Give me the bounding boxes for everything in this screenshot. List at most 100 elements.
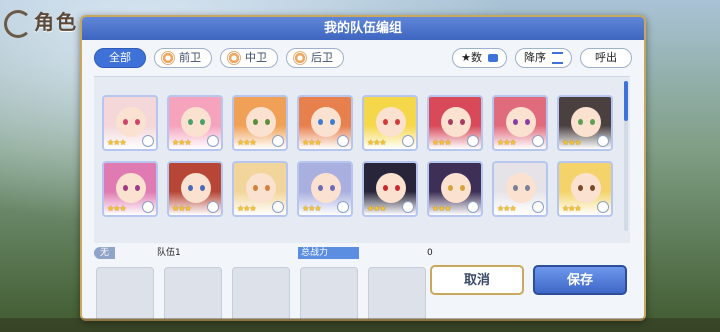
portrait-eye xyxy=(253,119,258,125)
vanguard-icon xyxy=(161,51,175,65)
character-card[interactable]: ★★★ xyxy=(427,161,483,217)
filter-midguard-button[interactable]: 中卫 xyxy=(220,48,278,68)
filter-rearguard-button[interactable]: 后卫 xyxy=(286,48,344,68)
grid-scrollbar-thumb[interactable] xyxy=(624,81,628,121)
portrait-eye xyxy=(525,185,530,191)
portrait-eye xyxy=(318,119,323,125)
character-portrait xyxy=(246,107,276,137)
position-arrow-icon xyxy=(272,135,284,147)
portrait-eye xyxy=(578,119,583,125)
portrait-eye xyxy=(253,185,258,191)
portrait-eye xyxy=(448,119,453,125)
filter-vanguard-button[interactable]: 前卫 xyxy=(154,48,212,68)
character-portrait xyxy=(311,107,341,137)
character-portrait xyxy=(441,107,471,137)
star-rating: ★★★ xyxy=(497,204,516,213)
star-rating: ★★★ xyxy=(237,138,256,147)
portrait-eye xyxy=(200,185,205,191)
rearguard-icon xyxy=(293,51,307,65)
team-slot-5[interactable] xyxy=(368,267,426,319)
sort-key-button[interactable]: ★数 xyxy=(452,48,507,68)
portrait-eye xyxy=(395,185,400,191)
call-button[interactable]: 呼出 xyxy=(580,48,632,68)
portrait-eye xyxy=(265,119,270,125)
position-arrow-icon xyxy=(207,135,219,147)
team-tag: 无 xyxy=(94,247,116,259)
filter-all-button[interactable]: 全部 xyxy=(94,48,146,68)
portrait-eye xyxy=(200,119,205,125)
star-rating: ★★★ xyxy=(432,204,451,213)
team-slot-4[interactable] xyxy=(300,267,358,319)
sort-order-icon xyxy=(552,52,563,64)
portrait-eye xyxy=(578,185,583,191)
character-card[interactable]: ★★★ xyxy=(167,161,223,217)
star-rating: ★★★ xyxy=(172,204,191,213)
character-card[interactable]: ★★★ xyxy=(297,161,353,217)
character-card[interactable]: ★★★ xyxy=(492,95,548,151)
character-portrait xyxy=(311,173,341,203)
portrait-eye xyxy=(525,119,530,125)
portrait-eye xyxy=(188,185,193,191)
sort-key-icon xyxy=(488,54,498,62)
character-card[interactable]: ★★★ xyxy=(557,161,613,217)
portrait-eye xyxy=(330,185,335,191)
star-rating: ★★★ xyxy=(562,138,581,147)
position-arrow-icon xyxy=(337,201,349,213)
star-rating: ★★★ xyxy=(562,204,581,213)
character-portrait xyxy=(246,173,276,203)
portrait-eye xyxy=(265,185,270,191)
star-rating: ★★★ xyxy=(367,138,386,147)
background-page-title: 角色 xyxy=(4,6,78,38)
portrait-eye xyxy=(590,119,595,125)
portrait-eye xyxy=(460,185,465,191)
portrait-eye xyxy=(188,119,193,125)
character-card[interactable]: ★★★ xyxy=(232,95,288,151)
character-portrait xyxy=(571,107,601,137)
star-rating: ★★★ xyxy=(107,204,126,213)
position-arrow-icon xyxy=(207,201,219,213)
sort-order-button[interactable]: 降序 xyxy=(515,48,572,68)
team-slot-2[interactable] xyxy=(164,267,222,319)
team-slot-1[interactable] xyxy=(96,267,154,319)
total-power-value: 0 xyxy=(427,248,433,258)
save-button[interactable]: 保存 xyxy=(533,265,627,295)
star-rating: ★★★ xyxy=(107,138,126,147)
portrait-eye xyxy=(513,119,518,125)
character-card[interactable]: ★★★ xyxy=(362,95,418,151)
position-arrow-icon xyxy=(402,135,414,147)
character-portrait xyxy=(116,107,146,137)
character-card[interactable]: ★★★ xyxy=(492,161,548,217)
character-card[interactable]: ★★★ xyxy=(102,161,158,217)
position-arrow-icon xyxy=(597,135,609,147)
character-card[interactable]: ★★★ xyxy=(362,161,418,217)
team-slot-3[interactable] xyxy=(232,267,290,319)
swirl-icon xyxy=(4,9,32,38)
character-card[interactable]: ★★★ xyxy=(557,95,613,151)
total-power-label: 总战力 xyxy=(298,247,359,259)
position-arrow-icon xyxy=(402,201,414,213)
midguard-icon xyxy=(227,51,241,65)
character-portrait xyxy=(181,173,211,203)
position-arrow-icon xyxy=(532,201,544,213)
portrait-eye xyxy=(395,119,400,125)
portrait-eye xyxy=(590,185,595,191)
position-arrow-icon xyxy=(142,135,154,147)
character-card[interactable]: ★★★ xyxy=(427,95,483,151)
portrait-eye xyxy=(135,185,140,191)
role-filter-group: 全部 前卫 中卫 后卫 xyxy=(94,48,344,68)
position-arrow-icon xyxy=(467,201,479,213)
portrait-eye xyxy=(448,185,453,191)
position-arrow-icon xyxy=(467,135,479,147)
character-portrait xyxy=(506,173,536,203)
star-rating: ★★★ xyxy=(302,204,321,213)
character-card[interactable]: ★★★ xyxy=(232,161,288,217)
character-card[interactable]: ★★★ xyxy=(167,95,223,151)
position-arrow-icon xyxy=(532,135,544,147)
portrait-eye xyxy=(135,119,140,125)
character-portrait xyxy=(571,173,601,203)
character-card[interactable]: ★★★ xyxy=(102,95,158,151)
position-arrow-icon xyxy=(142,201,154,213)
character-portrait xyxy=(506,107,536,137)
cancel-button[interactable]: 取消 xyxy=(430,265,524,295)
character-card[interactable]: ★★★ xyxy=(297,95,353,151)
